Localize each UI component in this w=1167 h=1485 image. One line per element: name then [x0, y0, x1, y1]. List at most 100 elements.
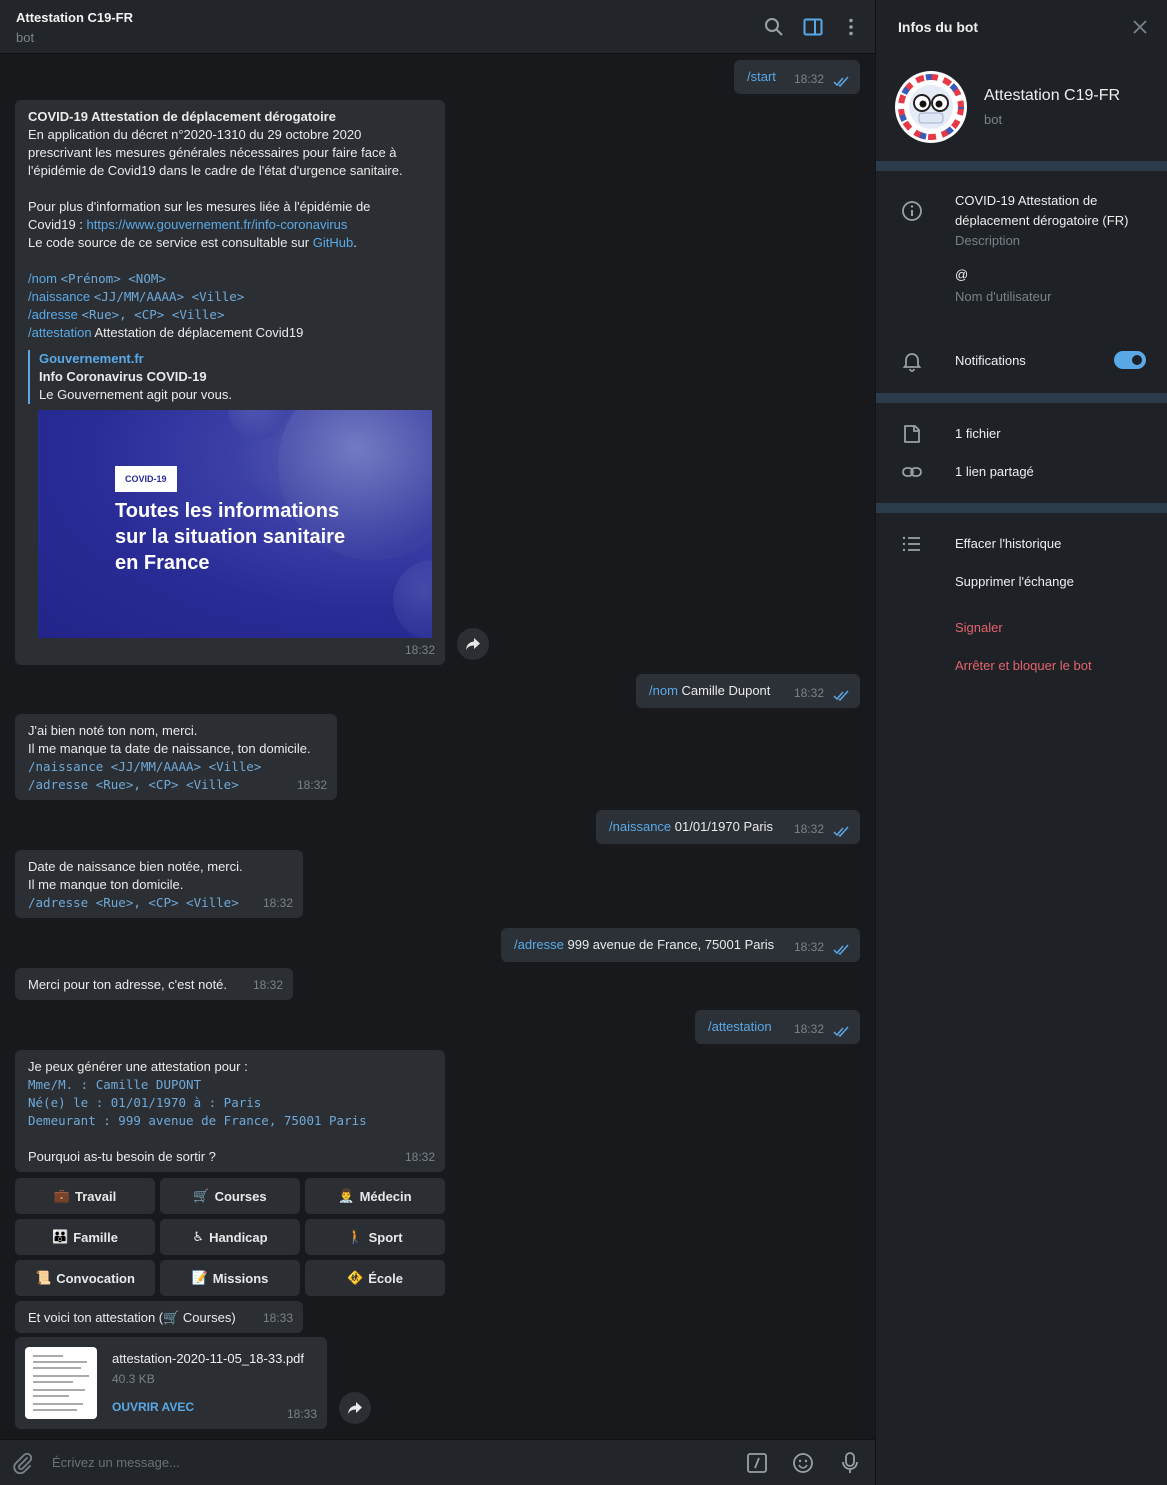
message-incoming[interactable]: Merci pour ton adresse, c'est noté. 18:3…: [15, 968, 293, 1000]
message-time: 18:32: [793, 686, 824, 700]
keyboard-button-label: Sport: [368, 1229, 403, 1245]
thumbnail-line: [33, 1375, 89, 1377]
keyboard-button-travail[interactable]: 💼 Travail: [15, 1178, 155, 1214]
notifications-label: Notifications: [955, 353, 1026, 368]
message-time: 18:32: [793, 72, 824, 86]
command-link[interactable]: /naissance: [609, 819, 671, 834]
message-text: Camille Dupont: [677, 683, 771, 698]
file-name[interactable]: attestation-2020-11-05_18-33.pdf: [112, 1350, 304, 1368]
message-time: 18:32: [793, 940, 824, 954]
divider: [876, 393, 1167, 403]
sidebar-toggle-icon[interactable]: [802, 16, 824, 38]
message-incoming-welcome[interactable]: COVID-19 Attestation de déplacement déro…: [15, 100, 445, 665]
more-menu-icon[interactable]: [840, 16, 862, 38]
bot-type: bot: [984, 112, 1003, 127]
bot-avatar[interactable]: [894, 70, 968, 144]
command-link[interactable]: /attestation: [708, 1019, 772, 1034]
chat-title[interactable]: Attestation C19-FR: [16, 10, 133, 25]
clear-history-button[interactable]: Effacer l'historique: [955, 534, 1061, 554]
command-link-attestation[interactable]: /attestation: [28, 325, 92, 340]
preview-image[interactable]: COVID-19 Toutes les informations sur la …: [38, 410, 432, 638]
open-with-button[interactable]: OUVRIR AVEC: [112, 1398, 194, 1416]
message-outgoing[interactable]: /adresse 999 avenue de France, 75001 Par…: [501, 928, 860, 962]
emoji-icon[interactable]: [792, 1452, 814, 1474]
welcome-text-line: Pour plus d'information sur les mesures …: [28, 199, 371, 214]
wheelchair-icon: ♿: [192, 1229, 205, 1244]
thumbnail-line: [33, 1409, 77, 1411]
command-link[interactable]: /nom: [649, 683, 678, 698]
shared-links-link[interactable]: 1 lien partagé: [955, 462, 1034, 482]
message-text: Il me manque ta date de naissance, ton d…: [28, 741, 311, 756]
message-text: 999 avenue de France, 75001 Paris: [563, 937, 775, 952]
keyboard-button-famille[interactable]: 👪 Famille: [15, 1219, 155, 1255]
command-link-adresse[interactable]: /adresse: [28, 307, 78, 322]
keyboard-button-medecin[interactable]: 👨‍⚕️ Médecin: [305, 1178, 445, 1214]
message-input[interactable]: Écrivez un message...: [52, 1455, 180, 1470]
command-link[interactable]: /start: [747, 69, 776, 84]
message-text: Merci pour ton adresse, c'est noté.: [28, 977, 228, 992]
command-link-naissance[interactable]: /naissance: [28, 289, 90, 304]
message-incoming[interactable]: J'ai bien noté ton nom, merci. Il me man…: [15, 714, 337, 800]
forward-button[interactable]: [457, 628, 489, 660]
message-text: J'ai bien noté ton nom, merci.: [28, 723, 198, 738]
bot-commands-icon[interactable]: [746, 1452, 768, 1474]
school-crossing-icon: 🚸: [347, 1270, 364, 1285]
message-outgoing[interactable]: /start 18:32: [734, 60, 860, 94]
bot-username[interactable]: @: [955, 265, 968, 285]
command-link[interactable]: /adresse: [514, 937, 564, 952]
keyboard-button-missions[interactable]: 📝 Missions: [160, 1260, 300, 1296]
report-button[interactable]: Signaler: [955, 618, 1003, 638]
read-check-icon: [833, 690, 849, 701]
pdf-thumbnail[interactable]: [25, 1347, 97, 1419]
message-incoming[interactable]: Je peux générer une attestation pour : M…: [15, 1050, 445, 1172]
message-outgoing[interactable]: /nom Camille Dupont 18:32: [636, 674, 860, 708]
code-line: /naissance <JJ/MM/AAAA> <Ville>: [28, 759, 262, 774]
forward-button[interactable]: [339, 1392, 371, 1424]
welcome-text: .: [353, 235, 357, 250]
welcome-text-line: l'épidémie de Covid19 dans le cadre de l…: [28, 163, 403, 178]
keyboard-button-convocation[interactable]: 📜 Convocation: [15, 1260, 155, 1296]
forward-arrow-icon: [348, 1402, 362, 1414]
divider: [876, 503, 1167, 513]
message-file[interactable]: attestation-2020-11-05_18-33.pdf 40.3 KB…: [15, 1337, 327, 1429]
thumbnail-line: [33, 1367, 81, 1369]
bot-description[interactable]: COVID-19 Attestation de déplacement déro…: [955, 191, 1128, 231]
attach-icon[interactable]: [12, 1452, 34, 1474]
microphone-icon[interactable]: [839, 1451, 861, 1475]
gouvernement-link[interactable]: https://www.gouvernement.fr/info-coronav…: [87, 217, 348, 232]
keyboard-button-handicap[interactable]: ♿ Handicap: [160, 1219, 300, 1255]
search-icon[interactable]: [763, 16, 785, 38]
chat-subtitle: bot: [16, 30, 35, 45]
delete-chat-button[interactable]: Supprimer l'échange: [955, 572, 1074, 592]
link-preview[interactable]: Gouvernement.fr Info Coronavirus COVID-1…: [28, 350, 432, 404]
keyboard-button-ecole[interactable]: 🚸 École: [305, 1260, 445, 1296]
keyboard-button-courses[interactable]: 🛒 Courses: [160, 1178, 300, 1214]
notifications-toggle[interactable]: [1114, 351, 1146, 369]
keyboard-button-sport[interactable]: 🚶 Sport: [305, 1219, 445, 1255]
message-time: 18:32: [262, 896, 293, 910]
message-incoming[interactable]: Date de naissance bien notée, merci. Il …: [15, 850, 303, 918]
link-icon: [902, 467, 922, 477]
shared-files-link[interactable]: 1 fichier: [955, 424, 1001, 444]
preview-site: Gouvernement.fr: [39, 351, 144, 366]
keyboard-button-label: École: [368, 1270, 403, 1286]
headline-line: Toutes les informations: [115, 500, 340, 522]
message-outgoing[interactable]: /attestation 18:32: [695, 1010, 860, 1044]
read-check-icon: [833, 76, 849, 87]
block-bot-button[interactable]: Arrêter et bloquer le bot: [955, 656, 1092, 676]
command-link-nom[interactable]: /nom: [28, 271, 57, 286]
message-time: 18:32: [404, 643, 435, 657]
message-incoming[interactable]: Et voici ton attestation (🛒 Courses) 18:…: [15, 1301, 303, 1333]
walking-icon: 🚶: [347, 1229, 364, 1244]
close-icon[interactable]: [1131, 18, 1149, 36]
keyboard-button-label: Médecin: [359, 1188, 412, 1204]
doctor-icon: 👨‍⚕️: [338, 1188, 355, 1203]
thumbnail-line: [33, 1355, 63, 1357]
message-time: 18:33: [262, 1311, 293, 1325]
forward-arrow-icon: [466, 638, 480, 650]
message-outgoing[interactable]: /naissance 01/01/1970 Paris 18:32: [596, 810, 860, 844]
info-icon: [902, 201, 922, 221]
message-time: 18:32: [252, 978, 283, 992]
description-label: Description: [955, 233, 1021, 248]
github-link[interactable]: GitHub: [313, 235, 353, 250]
